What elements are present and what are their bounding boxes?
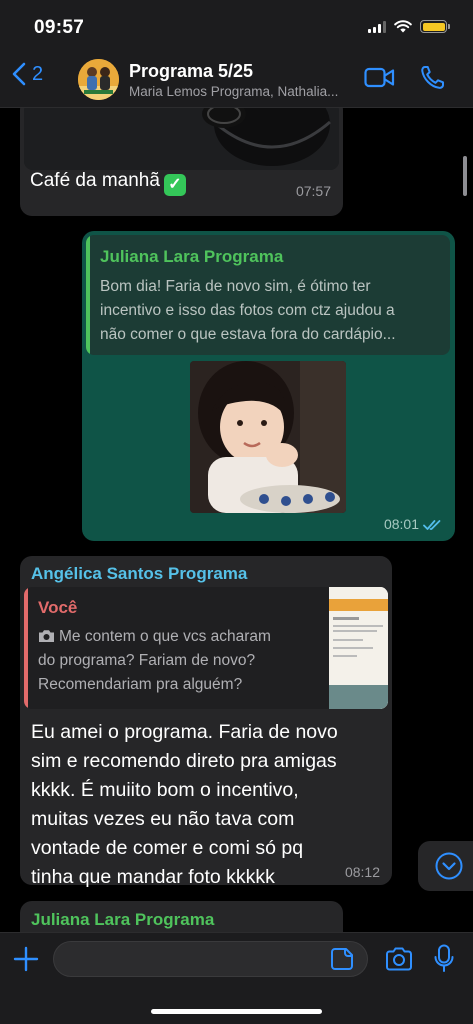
back-button[interactable]: 2 [12,62,43,86]
message-time: 08:01 [383,516,419,532]
image-message-photo[interactable] [24,108,339,170]
microphone-icon [434,944,454,972]
phone-icon [421,66,444,89]
plus-icon [13,946,39,972]
chevron-down-icon [435,852,463,880]
camera-icon [39,630,54,642]
quoted-reply[interactable]: Juliana Lara Programa Bom dia! Faria de … [86,235,450,355]
status-icons [368,20,450,33]
message-time: 07:57 [295,183,331,199]
message-input-bar [0,932,473,1024]
message-body: Eu amei o programa. Faria de novo sim e … [31,721,338,888]
double-check-icon [423,520,441,530]
chat-area[interactable]: Café da manhã ✓ 07:57 Juliana Lara Progra… [0,108,473,932]
camera-icon [386,947,412,971]
sticker-icon [331,948,353,970]
incoming-message[interactable]: Café da manhã ✓ 07:57 [20,108,343,216]
quoted-text: Bom dia! Faria de novo sim, é ótimo ter … [100,278,396,343]
group-title[interactable]: Programa 5/25 [129,61,253,82]
unread-count: 2 [32,62,44,85]
quoted-sender: Você [38,598,78,617]
quoted-text: Me contem o que vcs acharam do programa?… [38,628,271,693]
sender-name[interactable]: Angélica Santos Programa [31,564,247,584]
video-call-button[interactable] [364,67,395,93]
quoted-image-thumbnail [329,587,388,709]
quoted-reply[interactable]: Você Me contem o que vcs acharam do prog… [24,587,388,709]
microphone-button[interactable] [434,944,454,979]
signal-icon [368,20,386,33]
check-mark-emoji-icon: ✓ [163,174,186,196]
sticker-image[interactable] [190,361,346,513]
group-members[interactable]: Maria Lemos Programa, Nathalia... [129,84,354,99]
status-bar: 09:57 [0,0,473,50]
sender-name[interactable]: Juliana Lara Programa [31,910,214,930]
scroll-to-bottom-button[interactable] [418,841,473,891]
home-indicator [151,1009,322,1014]
attach-button[interactable] [13,946,39,977]
status-time: 09:57 [34,17,85,38]
voice-call-button[interactable] [420,65,445,95]
message-caption: Café da manhã ✓ [30,170,186,196]
quoted-sender: Juliana Lara Programa [100,247,284,266]
video-call-icon [364,67,395,88]
battery-icon [420,20,450,33]
message-input[interactable] [53,941,368,977]
message-time: 08:12 [344,864,380,880]
incoming-message[interactable]: Juliana Lara Programa [20,901,343,932]
wifi-icon [394,20,412,33]
chevron-left-icon [12,62,26,86]
incoming-message[interactable]: Angélica Santos Programa Você Me contem … [20,556,392,888]
outgoing-message[interactable]: Juliana Lara Programa Bom dia! Faria de … [82,231,455,541]
group-avatar[interactable] [78,59,119,100]
camera-button[interactable] [385,947,413,976]
scrollbar[interactable] [463,156,467,196]
sticker-button[interactable] [330,947,354,976]
chat-header: 2 Programa 5/25 Maria Lemos Programa, Na… [0,50,473,108]
